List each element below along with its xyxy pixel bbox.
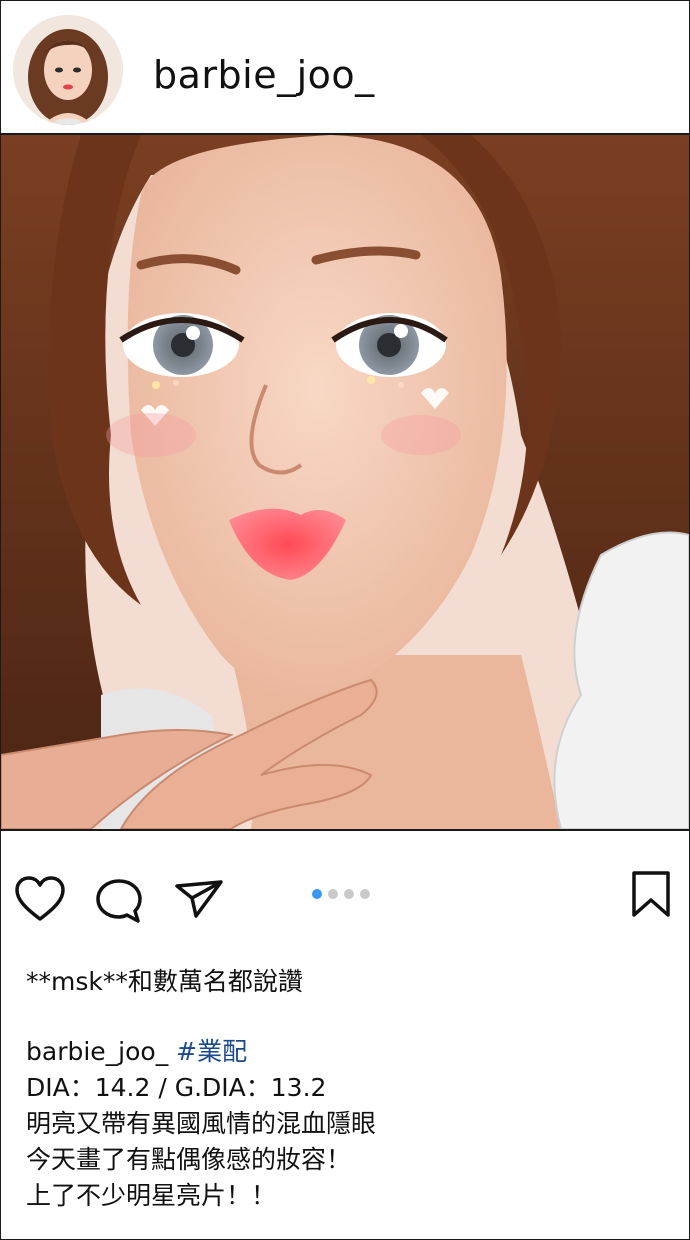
send-paper-plane-icon[interactable]	[174, 878, 224, 920]
caption-line: 明亮又帶有異國風情的混血隱眼	[26, 1109, 377, 1138]
post-image[interactable]	[1, 135, 689, 831]
bookmark-icon[interactable]	[630, 870, 672, 918]
post-caption: barbie_joo_ #業配 DIA：14.2 / G.DIA：13.2 明亮…	[26, 1034, 666, 1214]
carousel-dot-active	[312, 889, 322, 899]
caption-line: DIA：14.2 / G.DIA：13.2	[26, 1073, 327, 1102]
avatar-illustration	[13, 15, 123, 125]
post-action-bar	[0, 860, 690, 940]
post-username[interactable]: barbie_joo_	[153, 53, 375, 97]
carousel-indicator	[312, 889, 370, 901]
caption-line: 上了不少明星亮片！！	[26, 1181, 277, 1210]
carousel-dot	[344, 889, 354, 899]
profile-avatar[interactable]	[13, 15, 123, 125]
carousel-dot	[360, 889, 370, 899]
post-header: barbie_joo_	[1, 1, 689, 135]
likes-summary[interactable]: **msk**和數萬名都說讚	[26, 962, 303, 998]
caption-line: 今天畫了有點偶像感的妝容！	[26, 1145, 352, 1174]
comment-bubble-icon[interactable]	[94, 877, 144, 925]
carousel-dot	[328, 889, 338, 899]
caption-first-line: barbie_joo_ #業配	[26, 1034, 666, 1070]
caption-username[interactable]: barbie_joo_	[26, 1037, 168, 1066]
portrait-illustration	[1, 135, 689, 829]
heart-icon[interactable]	[14, 875, 66, 923]
caption-hashtag[interactable]: #業配	[176, 1037, 247, 1066]
